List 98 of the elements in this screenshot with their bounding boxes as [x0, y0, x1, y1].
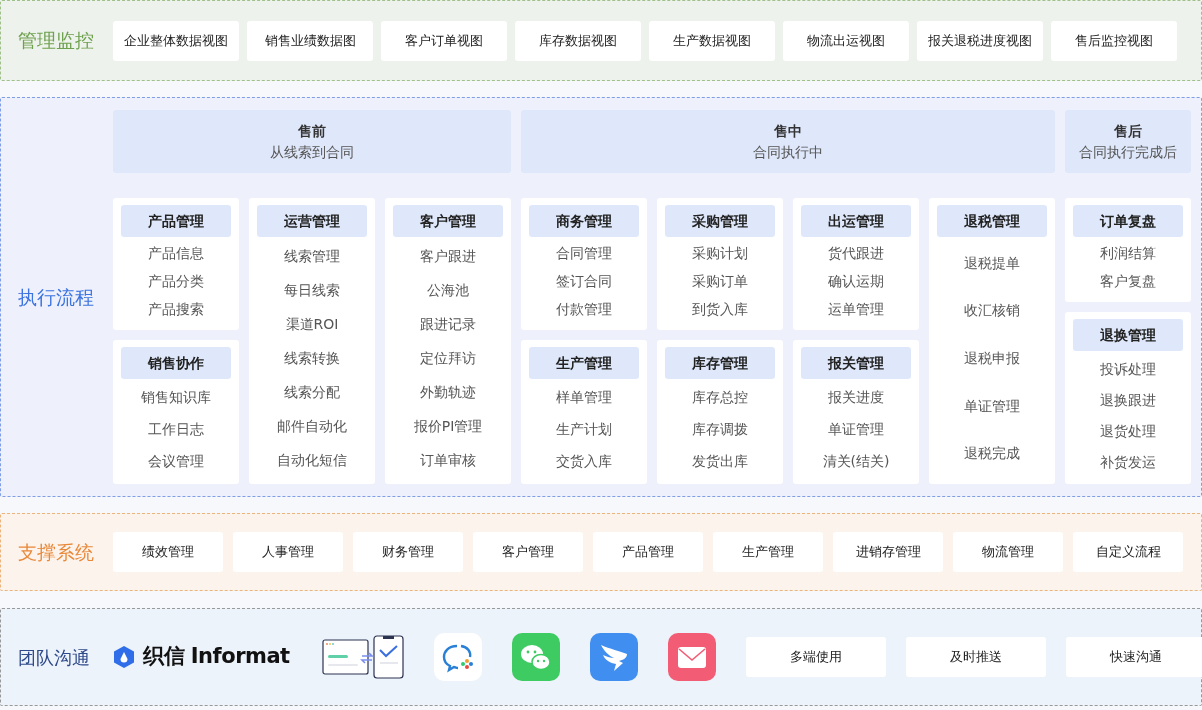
module-item[interactable]: 样单管理 [556, 383, 612, 411]
module-item[interactable]: 自动化短信 [277, 446, 347, 474]
module-item[interactable]: 客户跟进 [420, 242, 476, 270]
system-tile[interactable]: 客户管理 [473, 532, 583, 572]
chat-bubble-icon [433, 633, 482, 681]
module-item[interactable]: 每日线索 [284, 276, 340, 304]
module-item[interactable]: 订单审核 [420, 446, 476, 474]
system-tile[interactable]: 自定义流程 [1073, 532, 1183, 572]
view-tile[interactable]: 销售业绩数据图 [247, 20, 373, 61]
module-item[interactable]: 产品信息 [148, 239, 204, 267]
view-tile[interactable]: 物流出运视图 [783, 20, 909, 61]
module-item[interactable]: 会议管理 [148, 447, 204, 475]
module-item[interactable]: 跟进记录 [420, 310, 476, 338]
module-item[interactable]: 利润结算 [1100, 239, 1156, 267]
module-item[interactable]: 线索分配 [284, 378, 340, 406]
module-item[interactable]: 线索管理 [284, 242, 340, 270]
section-title: 团队沟通 [17, 645, 91, 670]
module-item[interactable]: 公海池 [427, 276, 469, 304]
module-item[interactable]: 收汇核销 [964, 296, 1020, 325]
envelope-icon [667, 633, 716, 681]
system-tile[interactable]: 财务管理 [353, 532, 463, 572]
phase-name: 售后 [1114, 121, 1142, 141]
module-item[interactable]: 外勤轨迹 [420, 378, 476, 406]
module-item[interactable]: 生产计划 [556, 415, 612, 443]
module-title: 退换管理 [1073, 319, 1183, 351]
view-tile[interactable]: 报关退税进度视图 [917, 20, 1043, 61]
module-item[interactable]: 采购订单 [692, 267, 748, 295]
brand-name: 织信 Informat [143, 643, 290, 671]
system-tile[interactable]: 生产管理 [713, 532, 823, 572]
module-item[interactable]: 线索转换 [284, 344, 340, 372]
module-title: 报关管理 [801, 347, 911, 379]
module-item[interactable]: 库存总控 [692, 383, 748, 411]
module-title: 商务管理 [529, 205, 639, 237]
system-tile[interactable]: 绩效管理 [113, 532, 223, 572]
phase-subtitle: 合同执行完成后 [1079, 142, 1177, 162]
module-item[interactable]: 发货出库 [692, 447, 748, 475]
bird-wing-icon [589, 633, 638, 681]
module-item[interactable]: 渠道ROI [285, 310, 339, 338]
phase-subtitle: 从线索到合同 [270, 142, 354, 162]
section-title: 支撑系统 [17, 539, 95, 565]
module-title: 库存管理 [665, 347, 775, 379]
module-item[interactable]: 工作日志 [148, 415, 204, 443]
feature-tile: 多端使用 [745, 637, 886, 677]
module-item[interactable]: 清关(结关) [822, 447, 890, 475]
module-item[interactable]: 采购计划 [692, 239, 748, 267]
system-tile[interactable]: 产品管理 [593, 532, 703, 572]
module-item[interactable]: 到货入库 [692, 295, 748, 323]
view-tile[interactable]: 库存数据视图 [515, 20, 641, 61]
phase-name: 售中 [774, 121, 802, 141]
system-tile[interactable]: 进销存管理 [833, 532, 943, 572]
module-item[interactable]: 退货处理 [1100, 416, 1156, 445]
module-item[interactable]: 交货入库 [556, 447, 612, 475]
system-tile[interactable]: 物流管理 [953, 532, 1063, 572]
module-item[interactable]: 退税完成 [964, 439, 1020, 468]
module-item[interactable]: 报价PI管理 [413, 412, 483, 440]
view-tile[interactable]: 客户订单视图 [381, 20, 507, 61]
view-tile[interactable]: 企业整体数据视图 [113, 20, 239, 61]
module-title: 出运管理 [801, 205, 911, 237]
module-item[interactable]: 报关进度 [828, 383, 884, 411]
module-item[interactable]: 销售知识库 [141, 383, 211, 411]
feature-tile: 及时推送 [905, 637, 1046, 677]
module-item[interactable]: 补货发运 [1100, 447, 1156, 476]
module-title: 订单复盘 [1073, 205, 1183, 237]
feature-tile: 快速沟通 [1065, 637, 1202, 677]
module-item[interactable]: 货代跟进 [828, 239, 884, 267]
view-tile[interactable]: 售后监控视图 [1051, 20, 1177, 61]
module-item[interactable]: 产品搜索 [148, 295, 204, 323]
module-item[interactable]: 付款管理 [556, 295, 612, 323]
module-item[interactable]: 运单管理 [828, 295, 884, 323]
module-item[interactable]: 退换跟进 [1100, 385, 1156, 414]
system-tile[interactable]: 人事管理 [233, 532, 343, 572]
module-item[interactable]: 邮件自动化 [277, 412, 347, 440]
module-item[interactable]: 库存调拨 [692, 415, 748, 443]
module-item[interactable]: 合同管理 [556, 239, 612, 267]
module-title: 客户管理 [393, 205, 503, 237]
module-item[interactable]: 确认运期 [828, 267, 884, 295]
section-title: 管理监控 [17, 28, 95, 54]
module-title: 采购管理 [665, 205, 775, 237]
module-title: 退税管理 [937, 205, 1047, 237]
speech-bubbles-icon [511, 633, 560, 681]
module-item[interactable]: 签订合同 [556, 267, 612, 295]
logo-icon [113, 645, 135, 669]
module-item[interactable]: 单证管理 [828, 415, 884, 443]
module-title: 销售协作 [121, 347, 231, 379]
module-title: 产品管理 [121, 205, 231, 237]
module-item[interactable]: 投诉处理 [1100, 354, 1156, 383]
module-item[interactable]: 退税申报 [964, 344, 1020, 372]
module-item[interactable]: 定位拜访 [420, 344, 476, 372]
phase-subtitle: 合同执行中 [753, 142, 823, 162]
view-tile[interactable]: 生产数据视图 [649, 20, 775, 61]
module-item[interactable]: 单证管理 [964, 391, 1020, 420]
module-title: 生产管理 [529, 347, 639, 379]
section-title: 执行流程 [17, 284, 95, 310]
module-item[interactable]: 客户复盘 [1100, 267, 1156, 295]
phase-name: 售前 [298, 121, 326, 141]
module-item[interactable]: 退税提单 [964, 248, 1020, 277]
module-item[interactable]: 产品分类 [148, 267, 204, 295]
module-title: 运营管理 [257, 205, 367, 237]
